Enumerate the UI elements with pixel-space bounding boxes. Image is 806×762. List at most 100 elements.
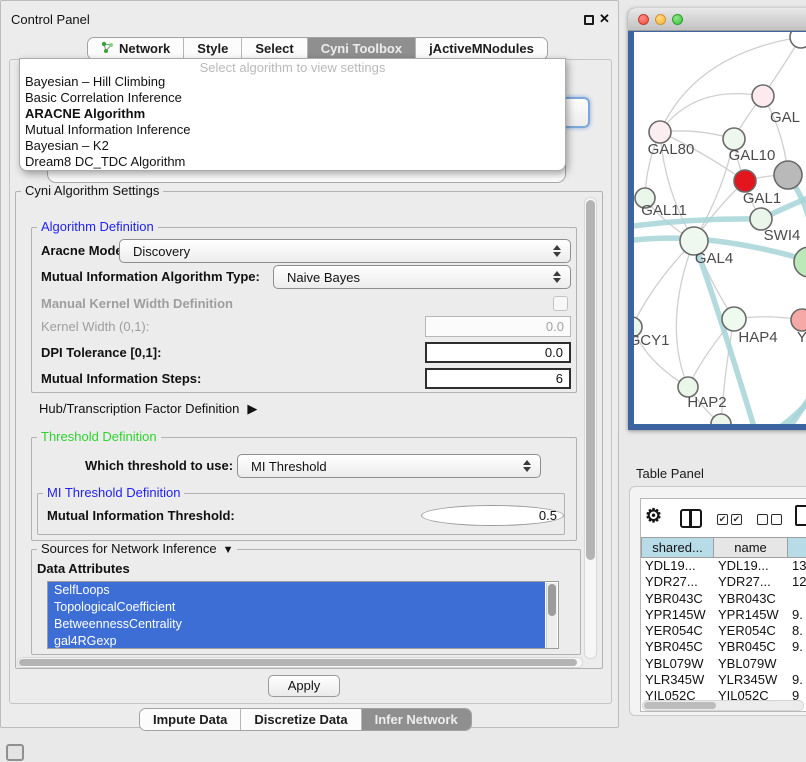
tab-label: Impute Data	[153, 712, 227, 727]
data-attribute-option[interactable]: BetweennessCentrality	[48, 616, 545, 633]
tab-select[interactable]: Select	[242, 38, 307, 59]
tab-label: Infer Network	[375, 712, 458, 727]
table-cell: YBL079W	[641, 656, 714, 672]
algorithm-option[interactable]: Bayesian – Hill Climbing	[20, 74, 565, 90]
algorithm-option[interactable]: Mutual Information Inference	[20, 122, 565, 138]
table-cell: YDL19...	[714, 558, 788, 574]
network-node-label: SWI4	[764, 227, 801, 244]
table-row[interactable]: YBL079WYBL079W	[641, 656, 806, 672]
gear-icon[interactable]: ⚙	[645, 505, 662, 528]
table-cell: YDR27...	[641, 574, 714, 590]
network-node[interactable]	[774, 161, 802, 189]
table-cell: 12	[788, 574, 806, 590]
tab-network[interactable]: Network	[88, 38, 184, 59]
float-panel-icon[interactable]	[584, 15, 594, 25]
tab-cyni-toolbox[interactable]: Cyni Toolbox	[308, 38, 416, 59]
document-icon[interactable]	[795, 505, 806, 526]
mi-type-value: Naive Bayes	[287, 270, 360, 285]
data-attribute-option[interactable]: TopologicalCoefficient	[48, 599, 545, 616]
deselect-all-checkbox-icon[interactable]	[757, 514, 768, 525]
minimized-window-icon[interactable]	[6, 744, 24, 761]
apply-button[interactable]: Apply	[268, 675, 340, 697]
split-columns-icon[interactable]	[680, 509, 702, 528]
close-button[interactable]	[638, 14, 649, 25]
table-row[interactable]: YPR145WYPR145W9.	[641, 607, 806, 623]
algorithm-option[interactable]: ARACNE Algorithm	[20, 106, 565, 122]
table-cell: 9.	[788, 639, 806, 655]
close-panel-icon[interactable]: ✕	[599, 11, 610, 27]
tab-style[interactable]: Style	[184, 38, 242, 59]
network-edge	[676, 241, 694, 387]
table-cell: YPR145W	[641, 607, 714, 623]
deselect-all-checkbox-icon[interactable]	[771, 514, 782, 525]
hub-definition-expander[interactable]: Hub/Transcription Factor Definition▶	[39, 399, 257, 419]
scrollbar-thumb[interactable]	[548, 584, 556, 616]
scrollbar-thumb[interactable]	[586, 200, 595, 560]
column-header[interactable]	[788, 537, 806, 558]
network-node[interactable]	[794, 247, 806, 277]
table-cell: YER054C	[714, 623, 788, 639]
attributes-scrollbar[interactable]	[546, 583, 557, 649]
settings-vertical-scrollbar[interactable]	[584, 197, 597, 659]
network-canvas[interactable]: GALGAL80GAL10GAL1GAL11SWI4GAL4GCY1HAP4YH…	[634, 32, 806, 424]
tab-jactivemnodules[interactable]: jActiveMNodules	[416, 38, 547, 59]
mi-threshold-field[interactable]: 0.5	[421, 505, 564, 526]
column-header[interactable]: shared...	[641, 537, 714, 558]
network-node-gal80[interactable]	[649, 121, 671, 143]
mi-threshold-definition-label: MI Threshold Definition	[43, 486, 184, 500]
table-body: YDL19...YDL19...13YDR27...YDR27...12YBR0…	[641, 558, 806, 705]
screen: Control Panel ✕ NetworkStyleSelectCyni T…	[0, 0, 806, 762]
network-view-window[interactable]: GALGAL80GAL10GAL1GAL11SWI4GAL4GCY1HAP4YH…	[628, 8, 806, 430]
kernel-width-field[interactable]: 0.0	[425, 316, 571, 337]
aracne-mode-combo[interactable]: Discovery	[119, 239, 571, 263]
algorithm-option[interactable]: Bayesian – K2	[20, 138, 565, 154]
scrollbar-thumb[interactable]	[644, 702, 716, 709]
table-row[interactable]: YDR27...YDR27...12	[641, 574, 806, 590]
network-node-gal1[interactable]	[734, 170, 756, 192]
tab-impute-data[interactable]: Impute Data	[140, 709, 241, 730]
scrollbar-thumb[interactable]	[19, 659, 577, 666]
manual-kernel-checkbox[interactable]	[553, 296, 568, 311]
tab-discretize-data[interactable]: Discretize Data	[241, 709, 361, 730]
network-node[interactable]	[711, 414, 731, 424]
data-attribute-option[interactable]: SelfLoops	[48, 582, 545, 599]
minimize-button[interactable]	[655, 14, 666, 25]
network-node-label: GAL4	[695, 250, 733, 267]
table-row[interactable]: YLR345WYLR345W9.	[641, 672, 806, 688]
mi-type-combo[interactable]: Naive Bayes	[273, 265, 571, 289]
network-node[interactable]	[790, 32, 806, 48]
data-attribute-option[interactable]: gal4RGexp	[48, 633, 545, 649]
select-all-checkbox-icon[interactable]: ✔	[731, 514, 742, 525]
table-horizontal-scrollbar[interactable]	[642, 700, 804, 711]
network-node-label: GCY1	[634, 332, 669, 349]
zoom-button[interactable]	[672, 14, 683, 25]
dpi-tolerance-field[interactable]: 0.0	[425, 342, 571, 363]
mi-threshold-label: Mutual Information Threshold:	[47, 506, 235, 526]
table-row[interactable]: YBR043CYBR043C	[641, 591, 806, 607]
table-row[interactable]: YDL19...YDL19...13	[641, 558, 806, 574]
algorithm-definition-label: Algorithm Definition	[37, 220, 158, 234]
column-header[interactable]: name	[714, 537, 788, 558]
tab-label: Select	[255, 41, 293, 56]
data-attributes-list[interactable]: SelfLoopsTopologicalCoefficientBetweenne…	[47, 581, 559, 649]
network-node-hap4[interactable]	[722, 307, 746, 331]
mi-steps-field[interactable]: 6	[425, 368, 571, 389]
algorithm-option[interactable]: Basic Correlation Inference	[20, 90, 565, 106]
network-node-gal[interactable]	[752, 85, 774, 107]
select-all-checkbox-icon[interactable]: ✔	[717, 514, 728, 525]
network-window-titlebar[interactable]	[628, 8, 806, 31]
network-node-y[interactable]	[791, 309, 806, 331]
tab-infer-network[interactable]: Infer Network	[362, 709, 471, 730]
network-node-label: GAL80	[648, 141, 695, 158]
tab-label: Network	[119, 41, 170, 56]
data-attributes-label: Data Attributes	[37, 559, 130, 579]
sources-collapser[interactable]: Sources for Network Inference▼	[37, 542, 237, 557]
settings-horizontal-scrollbar[interactable]	[17, 657, 583, 668]
network-graph: GALGAL80GAL10GAL1GAL11SWI4GAL4GCY1HAP4YH…	[634, 32, 806, 424]
table-row[interactable]: YBR045CYBR045C9.	[641, 639, 806, 655]
algorithm-option[interactable]: Dream8 DC_TDC Algorithm	[20, 154, 565, 170]
table-row[interactable]: YER054CYER054C8.	[641, 623, 806, 639]
manual-kernel-label: Manual Kernel Width Definition	[41, 294, 233, 314]
table-cell: YBR045C	[641, 639, 714, 655]
which-threshold-combo[interactable]: MI Threshold	[237, 454, 541, 478]
